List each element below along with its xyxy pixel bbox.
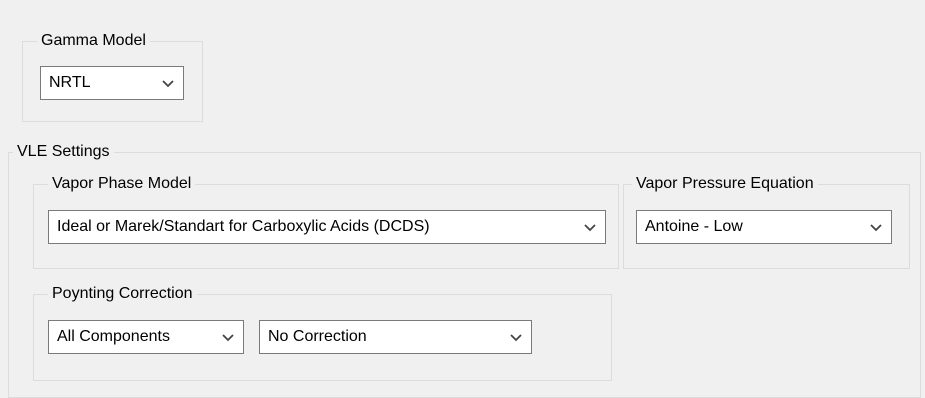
poynting-correction-dropdown[interactable]: No Correction — [259, 320, 532, 354]
vapor-pressure-equation-value: Antoine - Low — [645, 218, 743, 235]
chevron-down-icon — [584, 224, 596, 232]
poynting-correction-legend: Poynting Correction — [48, 285, 197, 303]
chevron-down-icon — [222, 334, 234, 342]
gamma-model-dropdown[interactable]: NRTL — [40, 66, 184, 100]
chevron-down-icon — [510, 334, 522, 342]
vapor-phase-model-value: Ideal or Marek/Standart for Carboxylic A… — [57, 218, 430, 235]
vapor-pressure-equation-dropdown[interactable]: Antoine - Low — [636, 210, 892, 244]
vapor-phase-model-group: Vapor Phase Model Ideal or Marek/Standar… — [33, 175, 619, 269]
vapor-pressure-equation-group: Vapor Pressure Equation Antoine - Low — [623, 175, 910, 269]
poynting-components-dropdown[interactable]: All Components — [48, 320, 244, 354]
chevron-down-icon — [870, 224, 882, 232]
poynting-correction-value: No Correction — [268, 328, 367, 345]
gamma-model-group: Gamma Model NRTL — [22, 32, 203, 122]
poynting-components-value: All Components — [57, 328, 170, 345]
gamma-model-legend: Gamma Model — [37, 32, 150, 50]
settings-panel: Gamma Model NRTL VLE Settings Vapor Phas… — [0, 0, 925, 398]
poynting-correction-group: Poynting Correction All Components No Co… — [33, 285, 612, 381]
vle-settings-legend: VLE Settings — [13, 143, 114, 161]
vapor-pressure-equation-legend: Vapor Pressure Equation — [632, 175, 818, 193]
vle-settings-group: VLE Settings Vapor Phase Model Ideal or … — [8, 143, 921, 398]
vapor-phase-model-dropdown[interactable]: Ideal or Marek/Standart for Carboxylic A… — [48, 210, 606, 244]
vapor-phase-model-legend: Vapor Phase Model — [48, 175, 196, 193]
chevron-down-icon — [162, 80, 174, 88]
gamma-model-value: NRTL — [49, 74, 91, 91]
